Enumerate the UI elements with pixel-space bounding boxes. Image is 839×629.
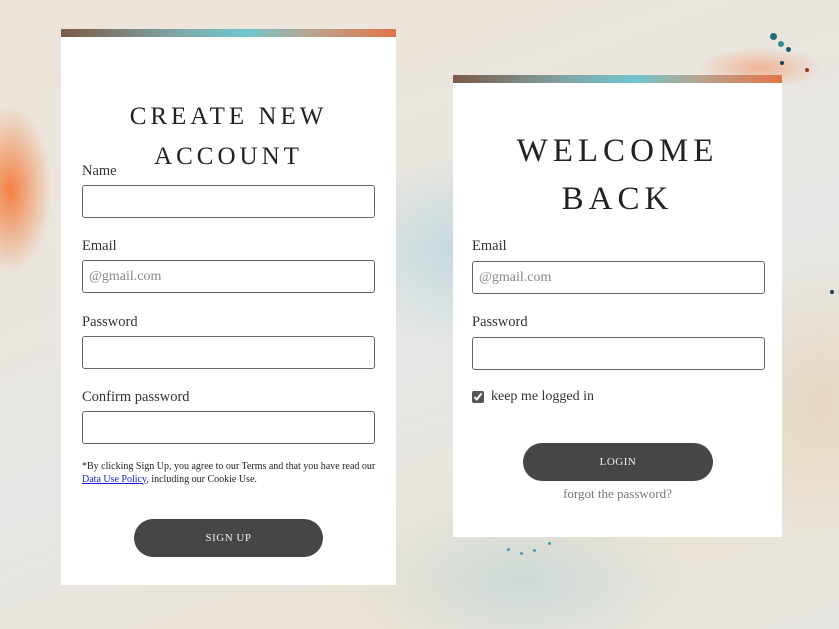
paint-speck [805,68,809,72]
signup-email-input[interactable] [82,260,375,293]
paint-speck [520,552,523,555]
signup-password-label: Password [82,314,138,330]
name-label: Name [82,163,117,179]
name-input[interactable] [82,185,375,218]
paint-speck [507,548,510,551]
signup-card: Create New Account Name Email Password C… [61,29,396,585]
paint-speck [778,41,784,47]
login-title: Welcome Back [453,127,782,223]
login-card: Welcome Back Email Password keep me logg… [453,75,782,537]
confirm-password-label: Confirm password [82,389,190,405]
login-title-text: Welcome Back [516,133,719,217]
paint-speck [780,61,784,65]
login-email-label: Email [472,238,507,254]
card-accent-bar [61,29,396,37]
login-password-label: Password [472,314,528,330]
sign-up-button[interactable]: Sign Up [134,519,323,557]
paint-speck [533,549,536,552]
login-email-input[interactable] [472,261,765,294]
terms-notice: *By clicking Sign Up, you agree to our T… [82,461,382,486]
signup-password-input[interactable] [82,336,375,369]
terms-text-after: , including our Cookie Use. [146,473,257,485]
confirm-password-input[interactable] [82,411,375,444]
paint-speck [770,33,777,40]
keep-logged-in-checkbox[interactable] [472,391,484,403]
terms-text-before: *By clicking Sign Up, you agree to our T… [82,461,376,472]
paint-speck [548,542,551,545]
paint-speck [830,290,834,294]
data-use-policy-link[interactable]: Data Use Policy [82,474,146,485]
paint-speck [786,47,791,52]
card-accent-bar [453,75,782,83]
forgot-password-link[interactable]: forgot the password? [453,486,782,502]
signup-email-label: Email [82,238,117,254]
login-button[interactable]: Login [523,443,713,481]
keep-logged-in-label: keep me logged in [491,389,595,404]
login-password-input[interactable] [472,337,765,370]
keep-logged-in-option[interactable]: keep me logged in [472,389,594,405]
